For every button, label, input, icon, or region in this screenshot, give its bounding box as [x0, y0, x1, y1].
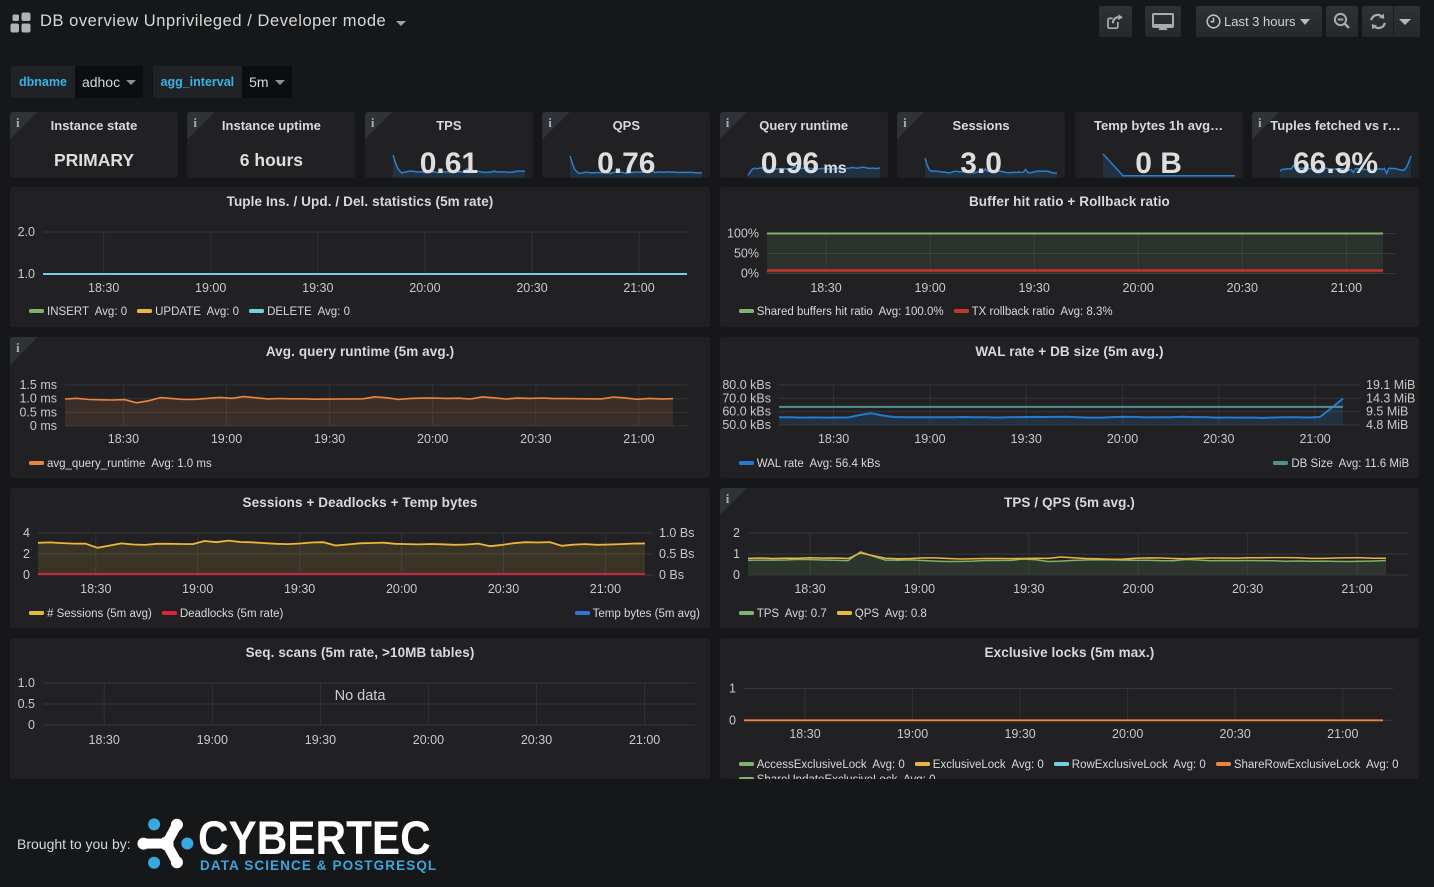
svg-text:19:00: 19:00 [182, 582, 213, 596]
svg-text:0: 0 [23, 568, 30, 582]
svg-text:100%: 100% [727, 226, 759, 240]
svg-text:18:30: 18:30 [80, 582, 111, 596]
svg-text:0 Bs: 0 Bs [659, 568, 684, 582]
svg-text:18:30: 18:30 [794, 582, 825, 596]
svg-text:18:30: 18:30 [789, 727, 820, 741]
svg-text:0: 0 [729, 713, 736, 727]
svg-text:0 ms: 0 ms [30, 419, 57, 433]
svg-text:20:00: 20:00 [409, 281, 440, 295]
svg-text:0.5 Bs: 0.5 Bs [659, 547, 694, 561]
svg-text:19:00: 19:00 [197, 733, 228, 747]
svg-text:19:30: 19:30 [1013, 582, 1044, 596]
svg-text:21:00: 21:00 [1299, 432, 1330, 446]
svg-text:4.8 MiB: 4.8 MiB [1366, 418, 1408, 432]
svg-text:19:30: 19:30 [1004, 727, 1035, 741]
svg-text:21:00: 21:00 [1330, 281, 1361, 295]
svg-text:1.0 Bs: 1.0 Bs [659, 526, 694, 540]
svg-text:60.0 kBs: 60.0 kBs [722, 405, 771, 419]
svg-text:2.0: 2.0 [18, 225, 35, 239]
svg-text:19:00: 19:00 [914, 432, 945, 446]
svg-text:0%: 0% [741, 266, 759, 280]
svg-text:20:30: 20:30 [1203, 432, 1234, 446]
svg-text:1: 1 [733, 547, 740, 561]
svg-text:18:30: 18:30 [88, 281, 119, 295]
svg-text:21:00: 21:00 [590, 582, 621, 596]
svg-text:2: 2 [733, 526, 740, 540]
svg-text:19:00: 19:00 [211, 432, 242, 446]
svg-text:4: 4 [23, 526, 30, 540]
svg-text:No data: No data [335, 688, 387, 704]
svg-text:2: 2 [23, 547, 30, 561]
svg-text:20:00: 20:00 [1112, 727, 1143, 741]
svg-text:1: 1 [729, 682, 736, 696]
svg-text:70.0 kBs: 70.0 kBs [722, 391, 771, 405]
svg-text:20:00: 20:00 [386, 582, 417, 596]
svg-text:0.5 ms: 0.5 ms [19, 405, 57, 419]
svg-text:1.0: 1.0 [18, 676, 35, 690]
svg-text:20:30: 20:30 [516, 281, 547, 295]
svg-text:19:30: 19:30 [284, 582, 315, 596]
svg-text:0: 0 [733, 568, 740, 582]
svg-text:21:00: 21:00 [629, 733, 660, 747]
svg-text:21:00: 21:00 [1327, 727, 1358, 741]
svg-text:21:00: 21:00 [623, 281, 654, 295]
svg-text:20:00: 20:00 [1122, 582, 1153, 596]
svg-text:20:30: 20:30 [521, 733, 552, 747]
svg-text:0: 0 [28, 718, 35, 732]
svg-text:50.0 kBs: 50.0 kBs [722, 418, 771, 432]
svg-text:18:30: 18:30 [108, 432, 139, 446]
svg-text:20:00: 20:00 [1122, 281, 1153, 295]
svg-text:20:30: 20:30 [1219, 727, 1250, 741]
svg-text:19.1 MiB: 19.1 MiB [1366, 378, 1415, 392]
svg-text:19:30: 19:30 [1010, 432, 1041, 446]
svg-text:1.5 ms: 1.5 ms [19, 378, 57, 392]
svg-text:19:00: 19:00 [903, 582, 934, 596]
svg-text:19:30: 19:30 [1018, 281, 1049, 295]
svg-text:21:00: 21:00 [1341, 582, 1372, 596]
svg-text:20:00: 20:00 [413, 733, 444, 747]
svg-text:20:30: 20:30 [1226, 281, 1257, 295]
svg-text:20:00: 20:00 [1107, 432, 1138, 446]
svg-text:18:30: 18:30 [89, 733, 120, 747]
svg-text:0.5: 0.5 [18, 697, 35, 711]
svg-text:19:00: 19:00 [914, 281, 945, 295]
svg-text:19:30: 19:30 [314, 432, 345, 446]
svg-text:50%: 50% [734, 246, 759, 260]
svg-text:18:30: 18:30 [818, 432, 849, 446]
svg-text:18:30: 18:30 [810, 281, 841, 295]
svg-text:20:30: 20:30 [520, 432, 551, 446]
svg-text:19:00: 19:00 [897, 727, 928, 741]
svg-text:80.0 kBs: 80.0 kBs [722, 378, 771, 392]
svg-text:20:00: 20:00 [417, 432, 448, 446]
svg-text:1.0: 1.0 [18, 267, 35, 281]
svg-text:14.3 MiB: 14.3 MiB [1366, 391, 1415, 405]
svg-text:9.5 MiB: 9.5 MiB [1366, 405, 1408, 419]
svg-text:19:30: 19:30 [302, 281, 333, 295]
svg-text:20:30: 20:30 [1232, 582, 1263, 596]
svg-text:19:00: 19:00 [195, 281, 226, 295]
svg-text:20:30: 20:30 [488, 582, 519, 596]
svg-text:21:00: 21:00 [623, 432, 654, 446]
svg-text:19:30: 19:30 [305, 733, 336, 747]
svg-text:1.0 ms: 1.0 ms [19, 392, 57, 406]
